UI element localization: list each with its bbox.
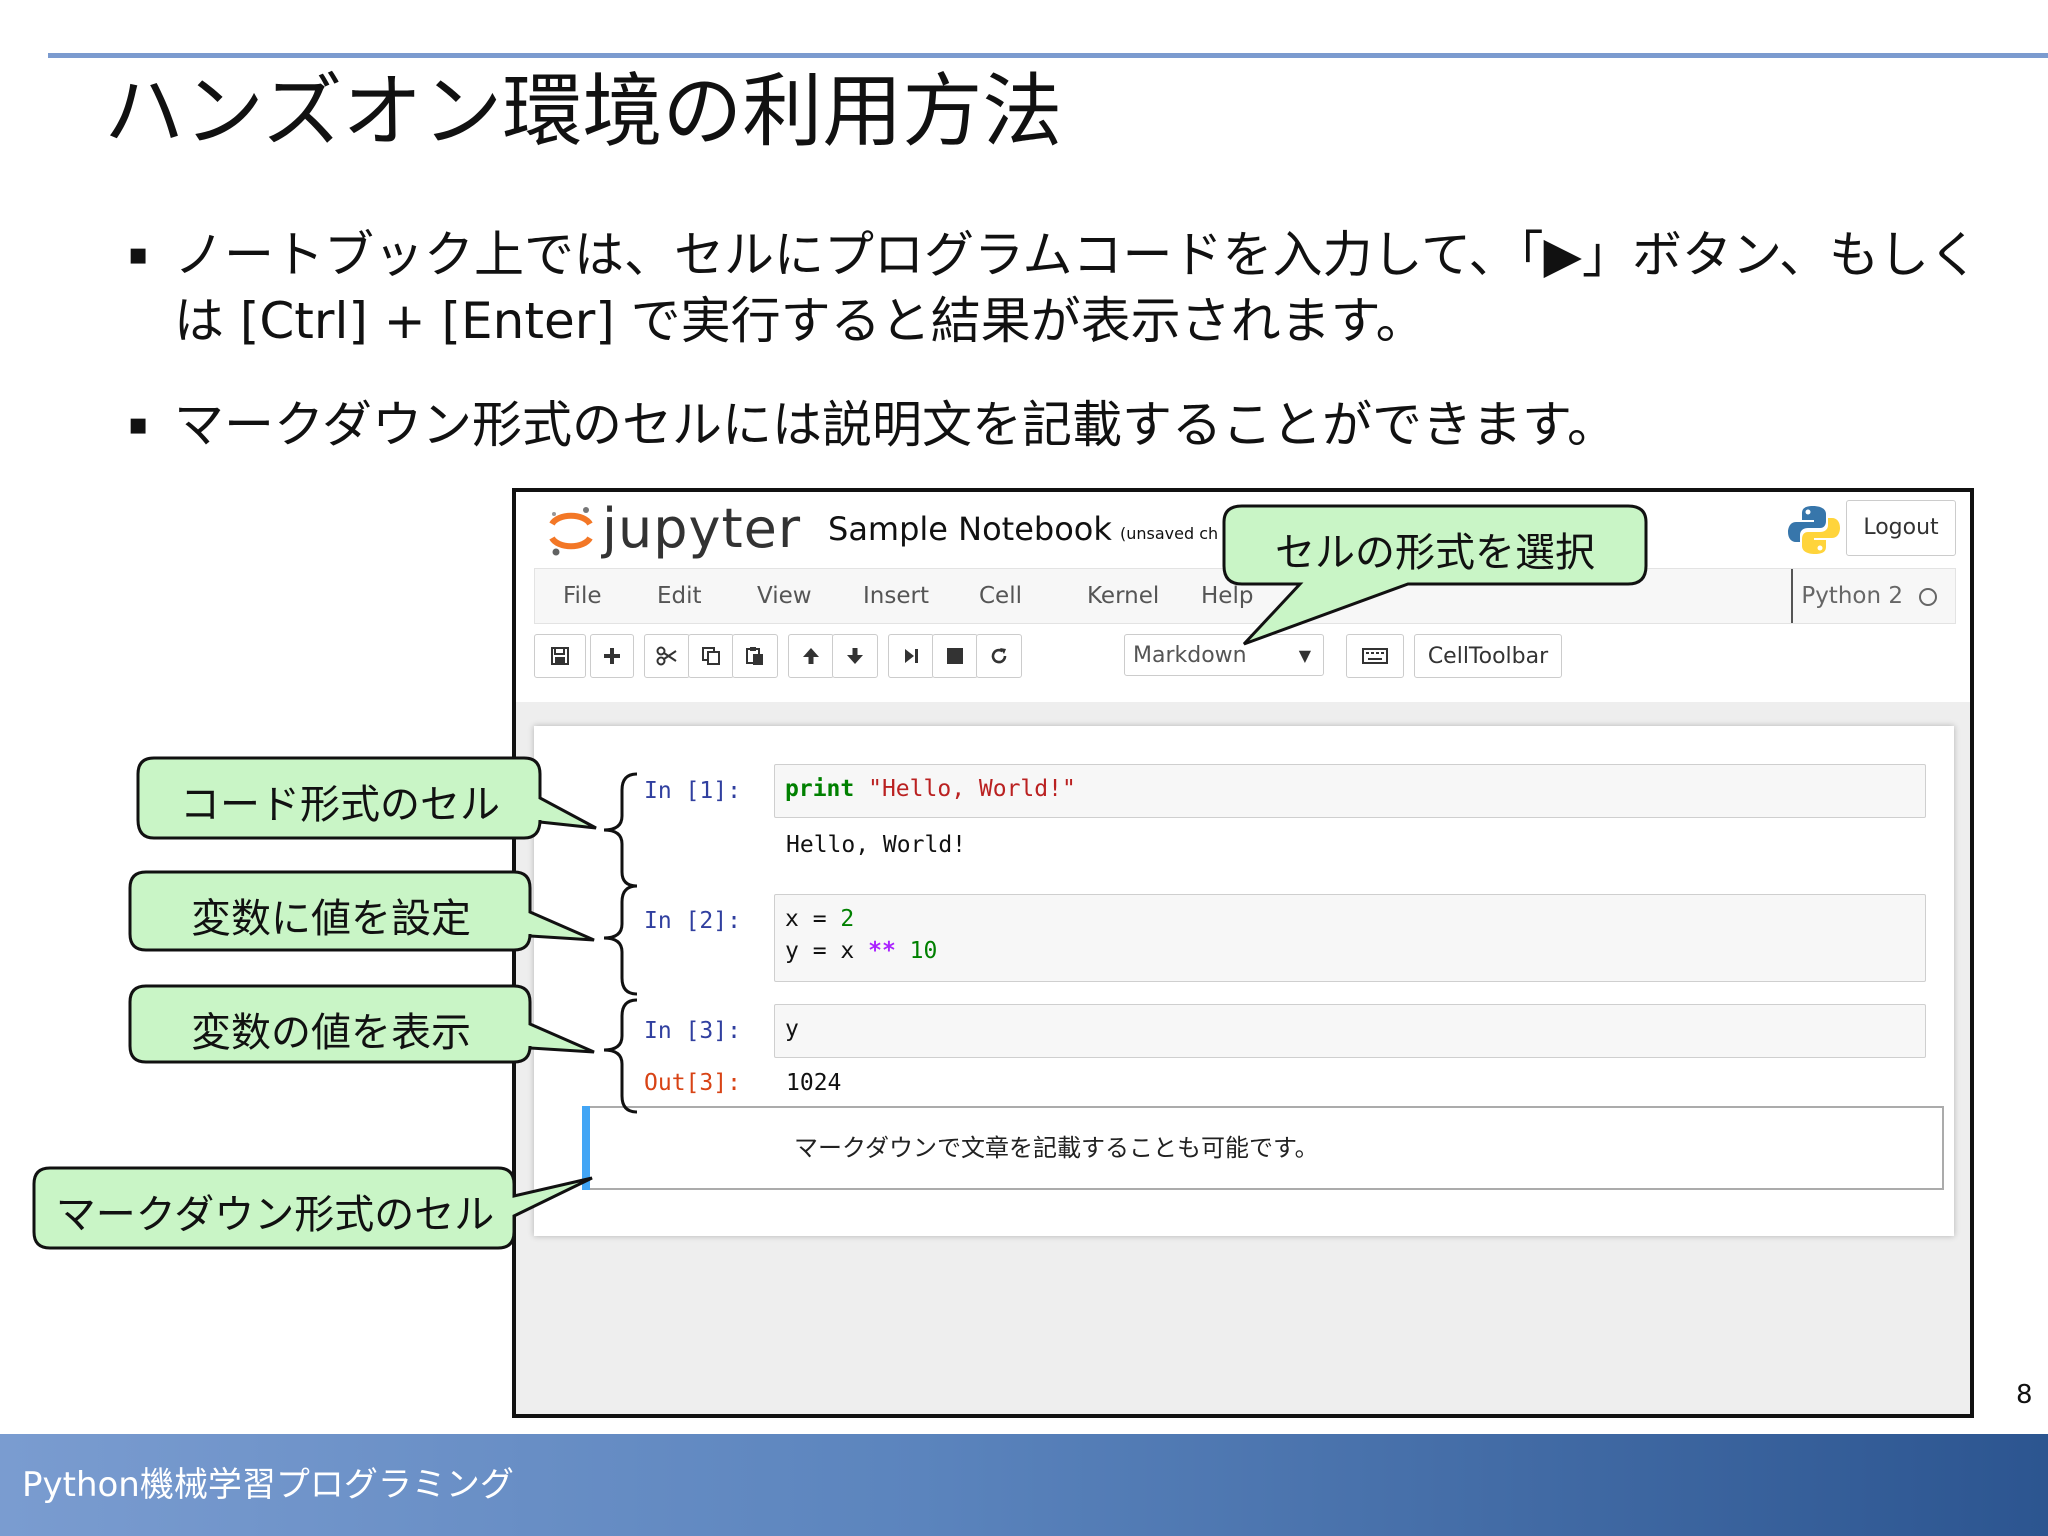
callout-code-cell-text: コード形式のセル [180,782,500,828]
callout-set-var-text: 変数に値を設定 [191,896,471,942]
brace-show-var [603,998,638,1114]
callout-markdown-cell-text: マークダウン形式のセル [55,1192,495,1238]
footer-bar: Python機械学習プログラミング [0,1434,2048,1536]
annotation-layer [32,504,1648,1250]
page-number: 8 [2016,1380,2033,1410]
callout-show-var-text: 変数の値を表示 [191,1010,471,1056]
footer-text: Python機械学習プログラミング [22,1465,514,1505]
brace-set-var [603,884,638,996]
brace-code-cell [603,772,638,888]
callout-cell-format-text: セルの形式を選択 [1275,530,1595,576]
